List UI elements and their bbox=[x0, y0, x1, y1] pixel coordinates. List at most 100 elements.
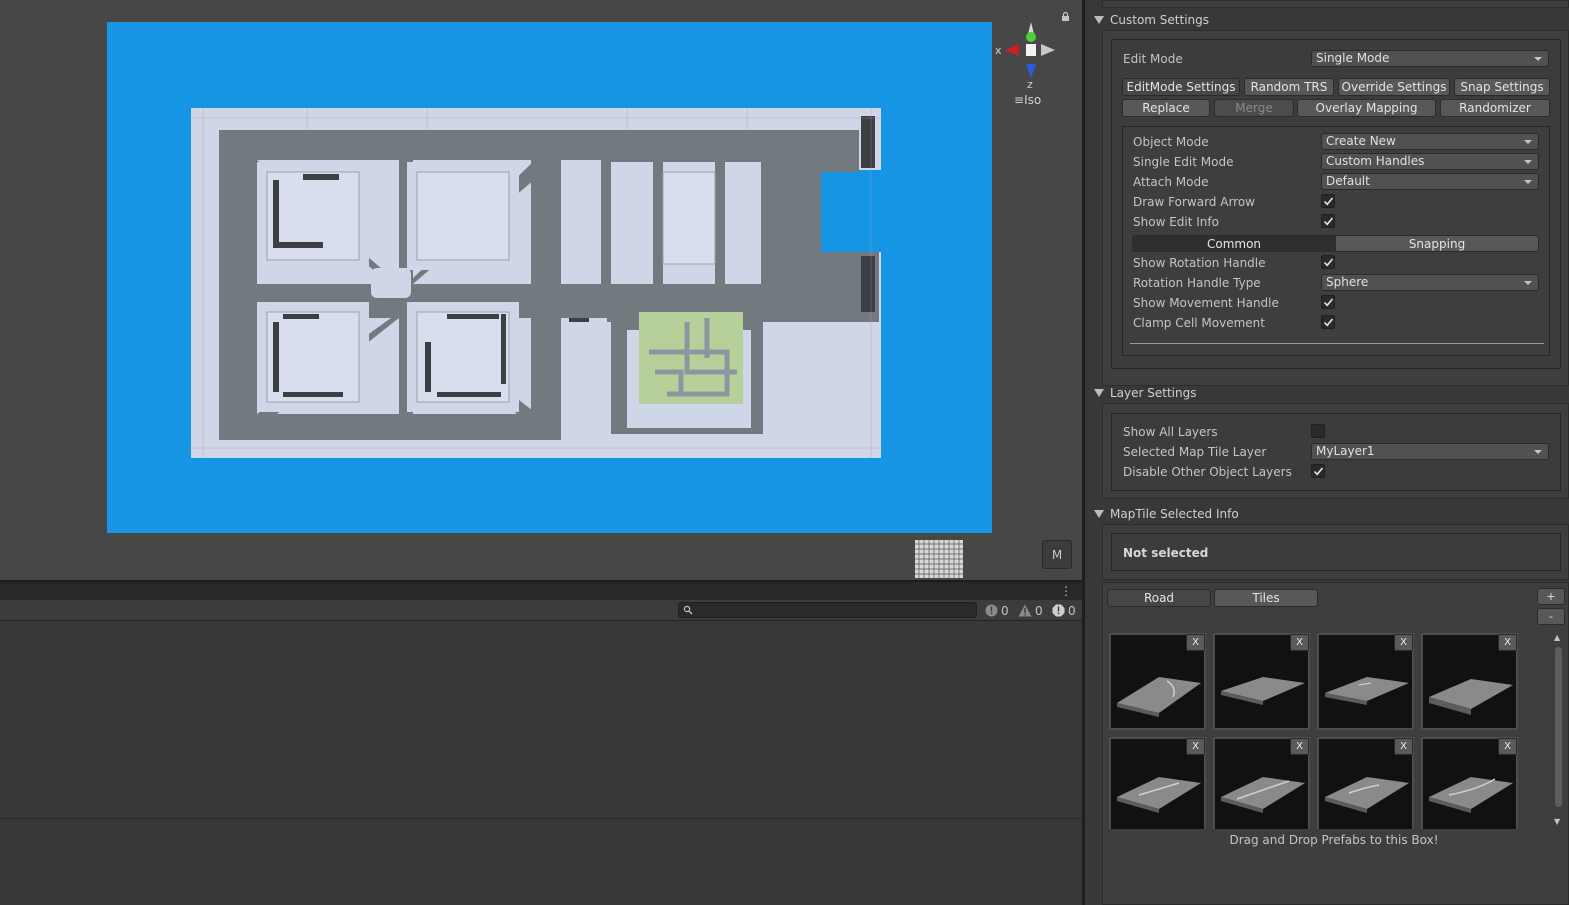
chevron-down-icon bbox=[1534, 450, 1542, 454]
prefab-tile[interactable]: X bbox=[1421, 633, 1518, 730]
tab-override-settings[interactable]: Override Settings bbox=[1338, 78, 1450, 96]
maptile-status: Not selected bbox=[1123, 546, 1209, 560]
show-all-layers-label: Show All Layers bbox=[1123, 425, 1218, 439]
prefab-tile[interactable]: X bbox=[1317, 737, 1414, 829]
show-movement-handle-checkbox[interactable] bbox=[1321, 295, 1335, 309]
rotation-handle-type-value: Sphere bbox=[1326, 275, 1369, 289]
error-counter[interactable]: 0 bbox=[1052, 602, 1076, 619]
tab-randomizer[interactable]: Randomizer bbox=[1440, 99, 1550, 117]
show-edit-info-checkbox[interactable] bbox=[1321, 214, 1335, 228]
chevron-down-icon bbox=[1534, 57, 1542, 61]
attach-mode-value: Default bbox=[1326, 174, 1370, 188]
scroll-down-icon[interactable]: ▼ bbox=[1554, 817, 1560, 826]
gizmo-x-label: x bbox=[995, 44, 1002, 57]
segment-common[interactable]: Common bbox=[1132, 235, 1336, 252]
inspector-top-strip bbox=[1102, 0, 1569, 8]
tab-random-trs[interactable]: Random TRS bbox=[1244, 78, 1334, 96]
tab-snap-settings[interactable]: Snap Settings bbox=[1454, 78, 1550, 96]
remove-prefab-button[interactable]: X bbox=[1394, 738, 1413, 755]
warning-icon bbox=[1018, 604, 1032, 617]
remove-prefab-button[interactable]: X bbox=[1186, 738, 1205, 755]
layer-settings-section: Show All Layers Selected Map Tile Layer … bbox=[1102, 403, 1569, 499]
prefab-tile[interactable]: X bbox=[1213, 633, 1310, 730]
remove-prefab-button[interactable]: X bbox=[1498, 738, 1517, 755]
layer-settings-box: Show All Layers Selected Map Tile Layer … bbox=[1111, 413, 1561, 491]
draw-forward-arrow-checkbox[interactable] bbox=[1321, 194, 1335, 208]
info-counter[interactable]: 0 bbox=[985, 602, 1009, 619]
show-all-layers-checkbox[interactable] bbox=[1311, 424, 1325, 438]
tab-editmode-settings[interactable]: EditMode Settings bbox=[1122, 78, 1240, 96]
layer-settings-foldout[interactable]: Layer Settings bbox=[1094, 386, 1197, 400]
lock-icon[interactable] bbox=[1061, 12, 1070, 21]
edit-mode-value: Single Mode bbox=[1316, 51, 1390, 65]
show-rotation-handle-checkbox[interactable] bbox=[1321, 255, 1335, 269]
editmode-settings-box: Object Mode Create New Single Edit Mode … bbox=[1122, 126, 1550, 356]
scene-view[interactable]: x z ≡Iso M bbox=[0, 0, 1082, 580]
remove-prefab-button[interactable]: X bbox=[1186, 634, 1205, 651]
segment-snapping[interactable]: Snapping bbox=[1335, 235, 1539, 252]
checkmark-icon bbox=[1323, 298, 1334, 307]
prefab-tile[interactable]: X bbox=[1109, 737, 1206, 829]
remove-prefab-button[interactable]: X bbox=[1394, 634, 1413, 651]
add-palette-button[interactable]: + bbox=[1537, 588, 1565, 605]
checkmark-icon bbox=[1323, 197, 1334, 206]
disable-other-layers-label: Disable Other Object Layers bbox=[1123, 465, 1292, 479]
palette-scrollbar[interactable]: ▲ ▼ bbox=[1551, 633, 1565, 829]
disable-other-layers-checkbox[interactable] bbox=[1311, 464, 1325, 478]
maptile-info-foldout[interactable]: MapTile Selected Info bbox=[1094, 507, 1239, 521]
scene-viewport[interactable] bbox=[107, 22, 992, 533]
clamp-cell-movement-checkbox[interactable] bbox=[1321, 315, 1335, 329]
edit-mode-label: Edit Mode bbox=[1123, 52, 1183, 66]
console-panel: ⋮ 0 0 0 bbox=[0, 580, 1082, 905]
scroll-up-icon[interactable]: ▲ bbox=[1554, 633, 1560, 642]
console-toolbar: 0 0 0 bbox=[0, 600, 1082, 621]
custom-settings-section: Edit Mode Single Mode EditMode Settings … bbox=[1102, 30, 1569, 386]
selected-layer-dropdown[interactable]: MyLayer1 bbox=[1311, 443, 1549, 460]
foldout-arrow-icon bbox=[1094, 389, 1104, 397]
console-tab-bar: ⋮ bbox=[0, 580, 1082, 600]
info-icon bbox=[985, 604, 998, 617]
palette-tab-tiles[interactable]: Tiles bbox=[1214, 589, 1318, 607]
prefab-tile[interactable]: X bbox=[1109, 633, 1206, 730]
m-button[interactable]: M bbox=[1042, 540, 1072, 569]
projection-toggle[interactable]: ≡Iso bbox=[1014, 93, 1041, 107]
prefab-tile[interactable]: X bbox=[1317, 633, 1414, 730]
console-search-input[interactable] bbox=[678, 602, 977, 618]
more-options-icon[interactable]: ⋮ bbox=[1060, 584, 1072, 598]
single-edit-mode-label: Single Edit Mode bbox=[1133, 155, 1234, 169]
prefab-tile[interactable]: X bbox=[1421, 737, 1518, 829]
foldout-arrow-icon bbox=[1094, 510, 1104, 518]
foldout-arrow-icon bbox=[1094, 16, 1104, 24]
layer-settings-title: Layer Settings bbox=[1110, 386, 1197, 400]
draw-forward-arrow-label: Draw Forward Arrow bbox=[1133, 195, 1255, 209]
chevron-down-icon bbox=[1524, 160, 1532, 164]
orientation-gizmo[interactable]: x z bbox=[995, 22, 1065, 90]
warning-counter[interactable]: 0 bbox=[1018, 602, 1043, 619]
projection-label: Iso bbox=[1024, 93, 1042, 107]
single-edit-mode-value: Custom Handles bbox=[1326, 154, 1425, 168]
checkmark-icon bbox=[1323, 318, 1334, 327]
remove-prefab-button[interactable]: X bbox=[1290, 634, 1309, 651]
chevron-down-icon bbox=[1524, 281, 1532, 285]
object-mode-value: Create New bbox=[1326, 134, 1396, 148]
scrollbar-thumb[interactable] bbox=[1555, 647, 1562, 807]
tab-overlay-mapping[interactable]: Overlay Mapping bbox=[1297, 99, 1436, 117]
maptile-info-title: MapTile Selected Info bbox=[1110, 507, 1239, 521]
selected-layer-label: Selected Map Tile Layer bbox=[1123, 445, 1267, 459]
edit-mode-dropdown[interactable]: Single Mode bbox=[1311, 50, 1549, 67]
remove-prefab-button[interactable]: X bbox=[1498, 634, 1517, 651]
rotation-handle-type-dropdown[interactable]: Sphere bbox=[1321, 274, 1539, 291]
remove-prefab-button[interactable]: X bbox=[1290, 738, 1309, 755]
prefab-tile[interactable]: X bbox=[1213, 737, 1310, 829]
custom-settings-foldout[interactable]: Custom Settings bbox=[1094, 13, 1209, 27]
palette-tab-road[interactable]: Road bbox=[1107, 589, 1211, 607]
remove-palette-button[interactable]: - bbox=[1537, 608, 1565, 625]
search-icon bbox=[683, 605, 693, 615]
single-edit-mode-dropdown[interactable]: Custom Handles bbox=[1321, 153, 1539, 170]
attach-mode-dropdown[interactable]: Default bbox=[1321, 173, 1539, 190]
maptile-info-box: Not selected bbox=[1111, 533, 1561, 571]
console-split-divider[interactable] bbox=[0, 818, 1082, 819]
object-mode-dropdown[interactable]: Create New bbox=[1321, 133, 1539, 150]
tab-replace[interactable]: Replace bbox=[1122, 99, 1210, 117]
grid-preview-icon[interactable] bbox=[915, 540, 963, 578]
